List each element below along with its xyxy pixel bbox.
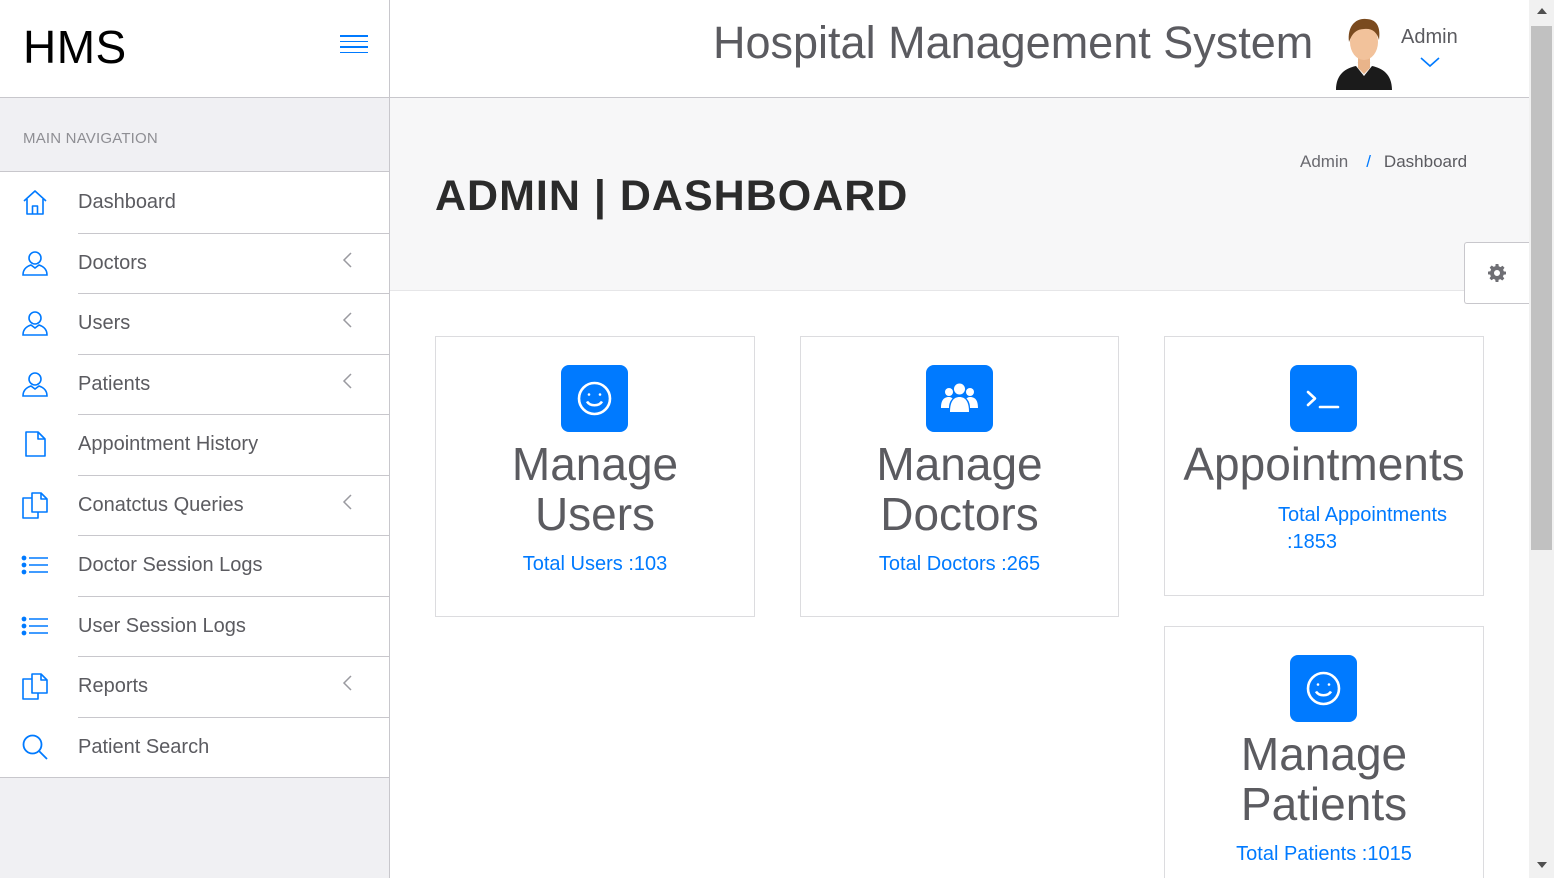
manage-users-card: Manage Users Total Users :103 [435,336,755,617]
manage-doctors-card: Manage Doctors Total Doctors :265 [800,336,1119,617]
search-icon [20,732,50,762]
sidebar-item-label: Patient Search [78,735,210,758]
file-icon [20,429,50,459]
app-title: Hospital Management System [713,17,1314,68]
menu-toggle-icon[interactable] [340,35,368,57]
user-icon [20,248,50,278]
top-navbar: Hospital Management System Admin [390,0,1529,98]
files-icon [20,490,50,520]
sidebar-item-label: Reports [78,675,149,697]
list-icon [20,611,50,641]
sidebar-item-label: Patients [78,372,151,395]
card-title: Appointments [1183,438,1465,490]
page-title-bar: ADMIN | DASHBOARD Admin / Dashboard [390,98,1529,291]
terminal-icon [1290,365,1357,432]
smile-icon [561,365,628,432]
sidebar-item-appointment-history[interactable]: Appointment History [0,414,389,475]
sidebar-item-user-session-logs[interactable]: User Session Logs [0,595,389,657]
chevron-left-icon [342,312,352,328]
breadcrumb-separator: / [1366,152,1371,171]
total-appointments-link[interactable]: Total Appointments [1278,504,1447,527]
nav-heading: MAIN NAVIGATION [23,130,158,147]
brand-logo-text[interactable]: HMS [23,20,127,74]
sidebar-item-doctor-session-logs[interactable]: Doctor Session Logs [0,535,389,596]
scroll-up-arrow-icon[interactable] [1537,8,1547,14]
manage-patients-card: Manage Patients Total Patients :1015 [1164,626,1484,878]
sidebar: HMS MAIN NAVIGATION Dashboard Doctors Us… [0,0,390,878]
sidebar-item-label: Doctor Session Logs [78,554,263,576]
total-users-link[interactable]: Total Users :103 [436,553,754,576]
sidebar-item-patients[interactable]: Patients [0,353,389,415]
user-icon [20,369,50,399]
vertical-scrollbar[interactable] [1529,0,1554,878]
breadcrumb-current: Dashboard [1383,152,1468,171]
sidebar-item-label: Conatctus Queries [78,493,244,516]
files-icon [20,671,50,701]
sidebar-item-label: Users [78,312,131,334]
sidebar-item-users[interactable]: Users [0,293,389,354]
breadcrumb-parent[interactable]: Admin [1300,152,1348,171]
smile-icon [1290,655,1357,722]
breadcrumb: Admin / Dashboard [1300,152,1467,172]
chevron-left-icon [342,675,352,691]
avatar[interactable] [1334,16,1394,90]
sidebar-item-patient-search[interactable]: Patient Search [0,716,389,778]
total-appointments-count[interactable]: :1853 [1287,531,1337,554]
sidebar-item-reports[interactable]: Reports [0,656,389,717]
appointments-card: Appointments Total Appointments :1853 [1164,336,1484,596]
chevron-left-icon [342,251,352,268]
page-title: ADMIN | DASHBOARD [435,172,909,220]
users-group-icon [925,365,993,432]
card-title: Manage [1240,728,1408,780]
sidebar-item-label: User Session Logs [78,614,246,637]
card-title: Doctors [880,488,1039,540]
card-title: Users [534,488,656,540]
home-icon [20,187,50,217]
sidebar-item-label: Appointment History [78,433,259,455]
chevron-left-icon [342,372,352,389]
card-title: Manage [876,438,1043,490]
total-patients-link[interactable]: Total Patients :1015 [1165,843,1483,866]
sidebar-item-dashboard[interactable]: Dashboard [0,172,389,233]
scroll-down-arrow-icon[interactable] [1537,862,1547,868]
card-title: Patients [1240,778,1408,830]
list-icon [20,550,50,580]
scrollbar-thumb[interactable] [1531,26,1552,550]
user-name[interactable]: Admin [1401,26,1458,49]
total-doctors-link[interactable]: Total Doctors :265 [801,553,1118,576]
user-icon [20,308,50,338]
nav-list: Dashboard Doctors Users Patients Appoint… [0,171,389,778]
gear-icon [1488,264,1506,282]
card-title: Manage [511,438,679,490]
chevron-left-icon [342,493,352,510]
sidebar-item-contactus-queries[interactable]: Conatctus Queries [0,474,389,536]
sidebar-item-label: Doctors [78,251,147,274]
sidebar-item-label: Dashboard [78,191,176,213]
brand-bar: HMS [0,0,389,98]
chevron-down-icon[interactable] [1419,54,1441,70]
sidebar-item-doctors[interactable]: Doctors [0,232,389,294]
settings-button[interactable] [1464,242,1529,304]
